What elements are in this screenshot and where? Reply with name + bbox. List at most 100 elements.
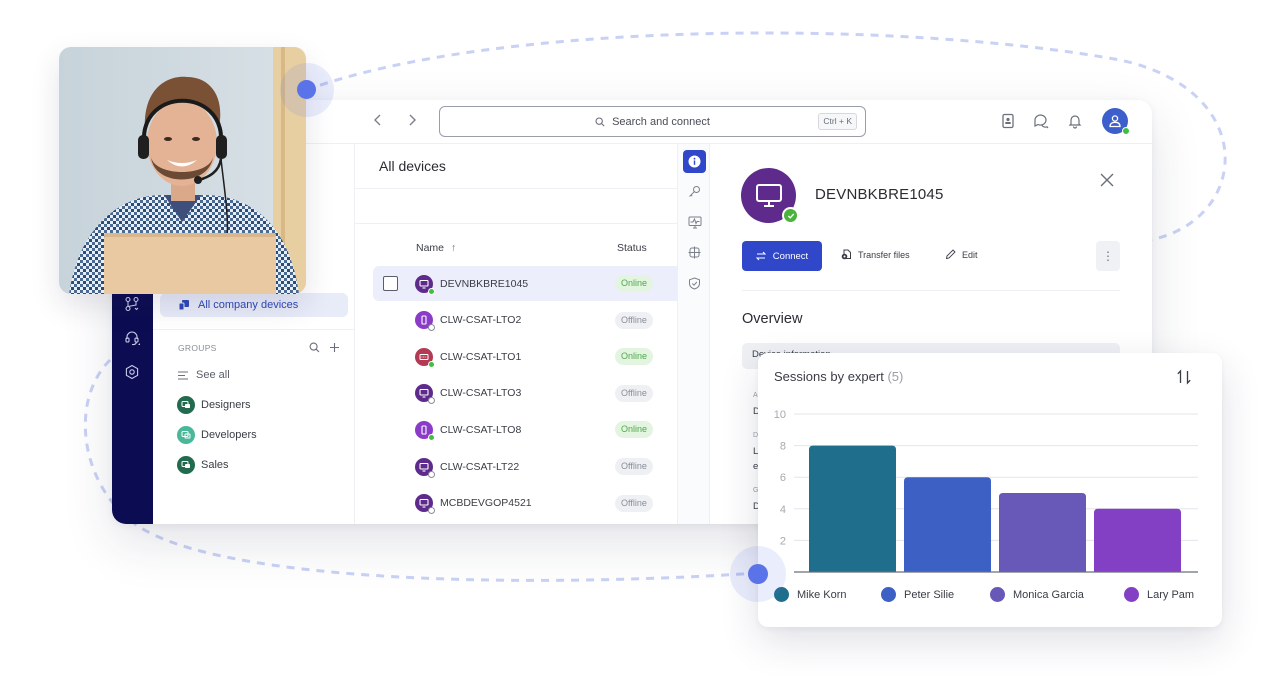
legend-item[interactable]: Lary Pam: [1124, 587, 1194, 602]
bar-mike-korn[interactable]: [809, 445, 896, 572]
rail-settings-button[interactable]: [124, 364, 140, 380]
device-row[interactable]: DEVNBKBRE1045 Online: [373, 266, 677, 301]
group-item-sales[interactable]: Sales: [177, 455, 229, 475]
online-check-badge: [782, 207, 799, 224]
desktop-device-icon: [415, 494, 435, 515]
contact-book-button[interactable]: [999, 112, 1017, 130]
forward-button[interactable]: [402, 112, 422, 132]
device-status-dot: [428, 470, 435, 478]
transfer-files-button[interactable]: Transfer files: [841, 249, 910, 260]
group-name: Sales: [201, 459, 229, 471]
user-avatar-icon: [1109, 115, 1121, 128]
tab-credentials[interactable]: [683, 180, 706, 203]
y-tick-label: 4: [780, 504, 786, 516]
device-status-dot: [428, 433, 435, 441]
column-header-status[interactable]: Status: [617, 242, 647, 254]
list-lines-icon: [178, 371, 188, 379]
group-item-designers[interactable]: Designers: [177, 395, 251, 415]
device-name: DEVNBKBRE1045: [440, 277, 529, 290]
column-header-name[interactable]: Name ↑: [416, 242, 456, 254]
detail-tabs: [677, 144, 710, 524]
more-options-button[interactable]: ⋮: [1096, 241, 1120, 271]
back-button[interactable]: [368, 112, 388, 132]
connections-icon: [125, 296, 139, 312]
group-icon: [177, 456, 195, 474]
transfer-files-label: Transfer files: [858, 249, 910, 260]
legend-item[interactable]: Mike Korn: [774, 587, 847, 602]
notifications-button[interactable]: [1066, 112, 1084, 130]
divider: [355, 188, 677, 189]
legend-swatch: [881, 587, 896, 602]
device-row[interactable]: CLW-CSAT-LTO3 Offline: [373, 376, 677, 411]
plus-icon: [330, 343, 339, 352]
tab-monitoring[interactable]: [683, 211, 706, 234]
support-agent-photo: [59, 47, 306, 294]
device-name: CLW-CSAT-LTO8: [440, 423, 522, 436]
monitor-group-icon: [181, 461, 190, 468]
y-tick-label: 2: [780, 535, 786, 547]
bar-chart: 2 4 6 8 10: [774, 409, 1198, 573]
see-all-groups-link[interactable]: See all: [178, 369, 230, 381]
status-badge: Online: [615, 421, 654, 439]
divider: [742, 290, 1120, 291]
check-icon: [787, 213, 794, 219]
group-item-developers[interactable]: Developers: [177, 425, 257, 445]
device-status-dot: [428, 507, 435, 515]
device-row[interactable]: CLW-CSAT-LTO8 Online: [373, 412, 677, 447]
mobile-device-icon: [415, 311, 435, 332]
legend-item[interactable]: Peter Silie: [881, 587, 954, 602]
rail-support-button[interactable]: [124, 330, 140, 346]
device-name: MCBDEVGOP4521: [440, 497, 532, 510]
row-checkbox[interactable]: [383, 276, 398, 291]
monitor-group-icon: [181, 401, 190, 408]
bar-peter-silie[interactable]: [904, 477, 991, 572]
search-groups-button[interactable]: [309, 340, 320, 353]
all-company-devices-item[interactable]: All company devices: [160, 293, 348, 317]
all-company-devices-label: All company devices: [198, 299, 299, 311]
mobile-device-icon: [415, 420, 435, 441]
device-status-dot: [428, 397, 435, 405]
close-button[interactable]: [1099, 172, 1115, 188]
tab-network[interactable]: [683, 241, 706, 264]
device-row[interactable]: CLW-CSAT-LT22 Offline: [373, 449, 677, 484]
device-row[interactable]: CLW-CSAT-LTO1 Online: [373, 339, 677, 374]
groups-actions: [309, 340, 340, 353]
rail-connections-button[interactable]: [124, 296, 140, 312]
groups-divider: [153, 329, 355, 330]
divider: [355, 223, 677, 224]
support-headset-icon: [125, 331, 140, 346]
monitor-activity-icon: [688, 216, 701, 229]
legend-swatch: [990, 587, 1005, 602]
status-badge: Offline: [615, 458, 653, 475]
search-input[interactable]: Search and connect Ctrl + K: [439, 106, 866, 137]
kebab-menu-icon: ⋮: [1102, 249, 1114, 263]
connect-button[interactable]: Connect: [742, 241, 822, 271]
bar-monica-garcia[interactable]: [999, 493, 1086, 572]
edit-button[interactable]: Edit: [945, 249, 978, 260]
key-icon: [689, 186, 700, 197]
device-row[interactable]: MCBDEVGOP4521 Offline: [373, 486, 677, 521]
device-row[interactable]: CLW-CSAT-LTO2 Offline: [373, 303, 677, 338]
column-name-label: Name: [416, 242, 445, 254]
status-badge: Offline: [615, 384, 653, 402]
tab-info[interactable]: [683, 150, 706, 173]
add-group-button[interactable]: [329, 340, 340, 352]
legend-label: Peter Silie: [904, 588, 955, 601]
devices-title: All devices: [379, 158, 446, 174]
tab-security[interactable]: [683, 272, 706, 295]
bar-lary-pam[interactable]: [1094, 508, 1181, 572]
devices-list-panel: All devices Name ↑ Status DEVNBKBRE1045 O…: [355, 144, 677, 524]
chart-legend: Mike Korn Peter Silie Monica Garcia Lary Pa…: [774, 587, 1214, 605]
pencil-icon: [945, 249, 956, 260]
device-status-dot: [428, 287, 435, 295]
devices-stack-icon: [178, 300, 189, 311]
chat-button[interactable]: [1032, 112, 1050, 130]
legend-item[interactable]: Monica Garcia: [990, 587, 1084, 602]
user-avatar[interactable]: [1102, 108, 1130, 135]
edit-label: Edit: [962, 249, 978, 260]
device-name: CLW-CSAT-LTO1: [440, 350, 522, 363]
sessions-chart-card: Sessions by expert (5) 2 4 6 8 10 Mike Korn P…: [758, 353, 1222, 627]
user-status-dot: [1122, 127, 1130, 135]
y-tick-label: 10: [774, 409, 786, 421]
device-avatar: [741, 168, 799, 224]
